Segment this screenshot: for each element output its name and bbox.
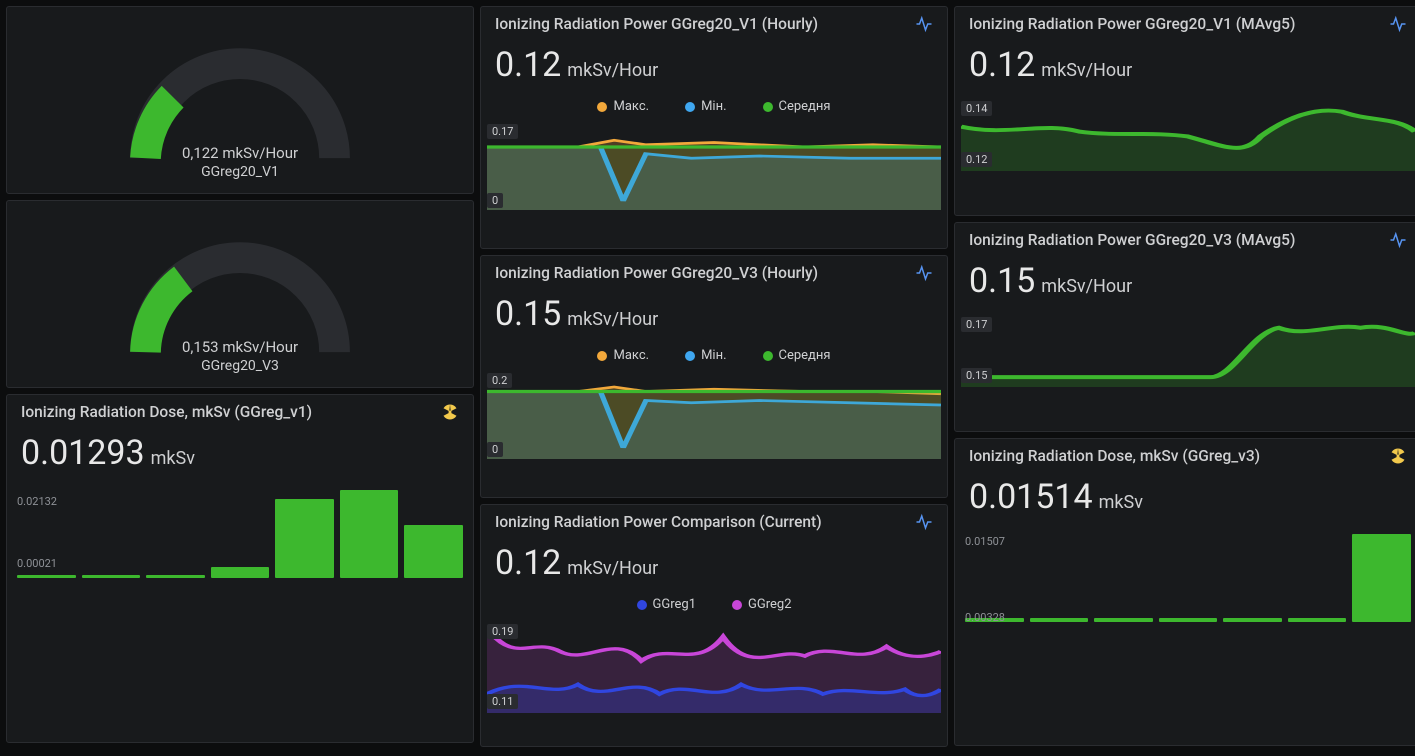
legend-ggreg2: GGreg2 xyxy=(748,597,792,612)
comparison-legend: GGreg1 GGreg2 xyxy=(481,591,947,614)
dose-v1-tick-bot: 0.00021 xyxy=(17,557,57,570)
dose-v3-unit: mkSv xyxy=(1099,492,1143,513)
legend-ggreg1: GGreg1 xyxy=(653,597,697,612)
bar xyxy=(1288,618,1347,622)
mavg-v3-value: 0.15 xyxy=(969,261,1035,301)
gauge-name-v1: GGreg20_V1 xyxy=(201,164,279,180)
bar xyxy=(211,567,270,578)
hourly-v3-title: Ionizing Radiation Power GGreg20_V3 (Hou… xyxy=(495,264,818,282)
dose-v3-tick-bot: 0.00328 xyxy=(965,611,1005,624)
mavg-v3-title: Ionizing Radiation Power GGreg20_V3 (MAv… xyxy=(969,231,1295,249)
col-1: 0,122 mkSv/Hour GGreg20_V1 0,153 mkSv/Ho… xyxy=(6,6,474,747)
ytick: 0.14 xyxy=(961,101,992,116)
dose-panel-v1[interactable]: Ionizing Radiation Dose, mkSv (GGreg_v1)… xyxy=(6,394,474,743)
gauge-value-v1: 0,122 mkSv/Hour xyxy=(182,144,298,162)
dose-v3-tick-top: 0.01507 xyxy=(965,535,1005,548)
bar xyxy=(404,525,463,578)
comparison-title: Ionizing Radiation Power Comparison (Cur… xyxy=(495,513,822,531)
hourly-v3-chart: 0.2 0 xyxy=(487,369,941,459)
comparison-unit: mkSv/Hour xyxy=(567,558,658,579)
dose-v1-tick-top: 0.02132 xyxy=(17,495,57,508)
pulse-icon xyxy=(1389,15,1407,33)
comparison-value: 0.12 xyxy=(495,543,561,583)
pulse-icon xyxy=(1389,231,1407,249)
bar xyxy=(275,499,334,578)
hourly-v1-title: Ionizing Radiation Power GGreg20_V1 (Hou… xyxy=(495,15,818,33)
comparison-chart: 0.19 0.11 xyxy=(487,618,941,713)
hourly-v3-legend: Макс. Мін. Середня xyxy=(481,342,947,365)
pulse-icon xyxy=(915,15,933,33)
dose-v1-unit: mkSv xyxy=(151,448,195,469)
legend-mean: Середня xyxy=(779,348,831,363)
mavg-v1-unit: mkSv/Hour xyxy=(1041,60,1132,81)
ytick: 0 xyxy=(487,193,503,208)
bar xyxy=(146,575,205,578)
hourly-v3-value: 0.15 xyxy=(495,294,561,334)
bar xyxy=(1030,618,1089,622)
mavg-v1-title: Ionizing Radiation Power GGreg20_V1 (MAv… xyxy=(969,15,1295,33)
mavg-panel-v3[interactable]: Ionizing Radiation Power GGreg20_V3 (MAv… xyxy=(954,222,1415,432)
ytick: 0.2 xyxy=(487,373,512,388)
dose-v3-value: 0.01514 xyxy=(969,477,1093,517)
ytick: 0.17 xyxy=(961,317,992,332)
legend-max: Макс. xyxy=(613,348,649,363)
col-3: Ionizing Radiation Power GGreg20_V1 (MAv… xyxy=(954,6,1415,747)
legend-mean: Середня xyxy=(779,99,831,114)
bar xyxy=(17,575,76,578)
gauge-value-v3: 0,153 mkSv/Hour xyxy=(182,338,298,356)
comparison-panel[interactable]: Ionizing Radiation Power Comparison (Cur… xyxy=(480,504,948,747)
radiation-icon xyxy=(1389,447,1407,465)
ytick: 0.15 xyxy=(961,368,992,383)
hourly-v1-value: 0.12 xyxy=(495,45,561,85)
ytick: 0 xyxy=(487,442,503,457)
gauge-panel-v3[interactable]: 0,153 mkSv/Hour GGreg20_V3 xyxy=(6,200,474,388)
dashboard-grid: 0,122 mkSv/Hour GGreg20_V1 0,153 mkSv/Ho… xyxy=(0,0,1415,753)
bar xyxy=(340,490,399,578)
mavg-v3-chart: 0.17 0.15 xyxy=(961,313,1415,387)
bar xyxy=(1094,618,1153,622)
bar xyxy=(82,575,141,578)
radiation-icon xyxy=(441,403,459,421)
ytick: 0.19 xyxy=(487,624,518,639)
ytick: 0.12 xyxy=(961,152,992,167)
dose-panel-v3[interactable]: Ionizing Radiation Dose, mkSv (GGreg_v3)… xyxy=(954,438,1415,746)
bar xyxy=(1223,618,1282,622)
hourly-v1-chart: 0.17 0 xyxy=(487,120,941,210)
bar xyxy=(1352,534,1411,622)
mavg-v1-chart: 0.14 0.12 xyxy=(961,97,1415,171)
dose-v1-title: Ionizing Radiation Dose, mkSv (GGreg_v1) xyxy=(21,403,312,421)
hourly-v1-legend: Макс. Мін. Середня xyxy=(481,93,947,116)
gauge-name-v3: GGreg20_V3 xyxy=(201,358,279,374)
hourly-panel-v3[interactable]: Ionizing Radiation Power GGreg20_V3 (Hou… xyxy=(480,255,948,498)
dose-v1-value: 0.01293 xyxy=(21,433,145,473)
legend-max: Макс. xyxy=(613,99,649,114)
hourly-v1-unit: mkSv/Hour xyxy=(567,60,658,81)
mavg-panel-v1[interactable]: Ionizing Radiation Power GGreg20_V1 (MAv… xyxy=(954,6,1415,216)
col-2: Ionizing Radiation Power GGreg20_V1 (Hou… xyxy=(480,6,948,747)
legend-min: Мін. xyxy=(701,348,726,363)
pulse-icon xyxy=(915,513,933,531)
dose-v1-bars xyxy=(11,487,469,582)
gauge-panel-v1[interactable]: 0,122 mkSv/Hour GGreg20_V1 xyxy=(6,6,474,194)
pulse-icon xyxy=(915,264,933,282)
mavg-v3-unit: mkSv/Hour xyxy=(1041,276,1132,297)
mavg-v1-value: 0.12 xyxy=(969,45,1035,85)
bar xyxy=(1159,618,1218,622)
ytick: 0.11 xyxy=(487,694,518,709)
ytick: 0.17 xyxy=(487,124,518,139)
dose-v3-bars xyxy=(959,531,1415,626)
legend-min: Мін. xyxy=(701,99,726,114)
dose-v3-title: Ionizing Radiation Dose, mkSv (GGreg_v3) xyxy=(969,447,1260,465)
hourly-panel-v1[interactable]: Ionizing Radiation Power GGreg20_V1 (Hou… xyxy=(480,6,948,249)
hourly-v3-unit: mkSv/Hour xyxy=(567,309,658,330)
